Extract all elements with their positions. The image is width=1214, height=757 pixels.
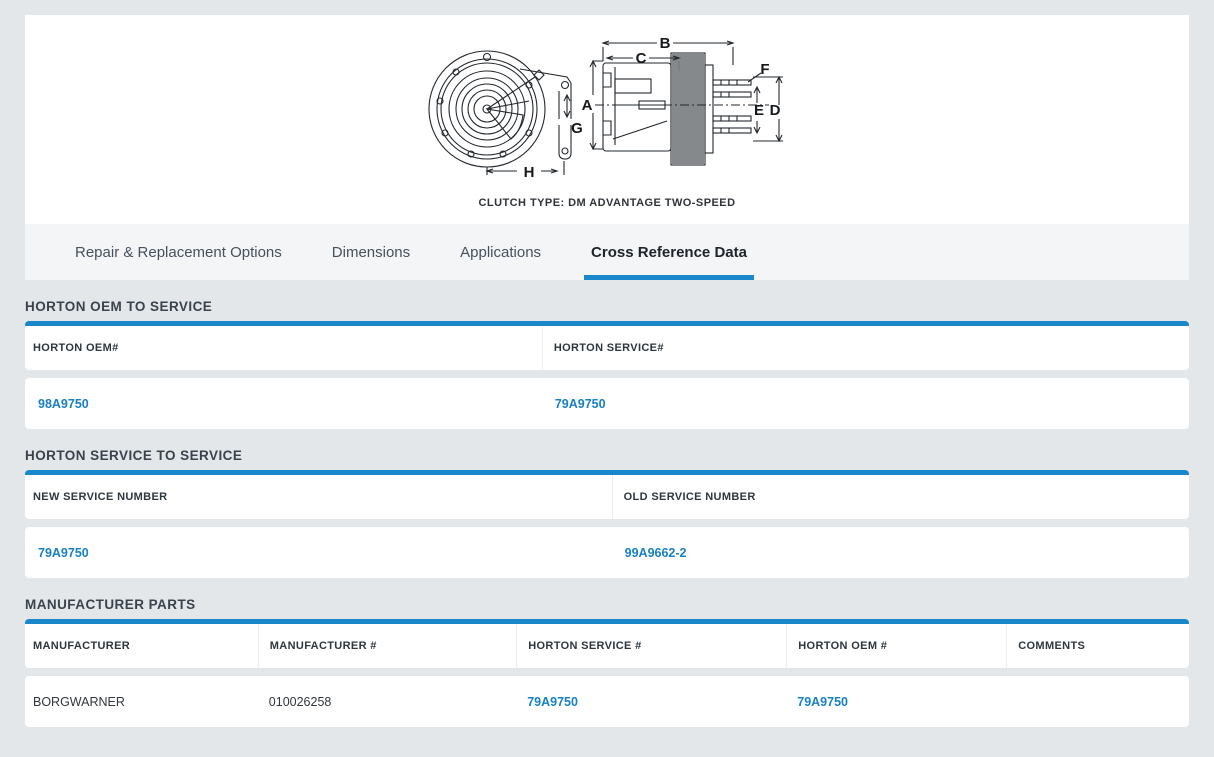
tab-applications[interactable]: Applications <box>453 224 548 280</box>
cell-manufacturer-number: 010026258 <box>258 676 516 727</box>
section-horton-service-to-service: HORTON SERVICE TO SERVICE NEW SERVICE NU… <box>25 448 1189 578</box>
diagram-container: A B C D E F G H <box>25 15 1189 189</box>
dimension-label-f: F <box>760 61 769 78</box>
section-title: HORTON OEM TO SERVICE <box>25 299 1189 314</box>
part-number-link[interactable]: 79A9750 <box>555 397 606 411</box>
cell-horton-oem: 98A9750 <box>25 378 542 429</box>
table-header-row: HORTON OEM# HORTON SERVICE# <box>25 326 1189 370</box>
column-header-horton-oem-number: HORTON OEM # <box>786 624 1006 668</box>
part-number-link[interactable]: 98A9750 <box>38 397 89 411</box>
cell-horton-service: 79A9750 <box>542 378 1189 429</box>
part-number-link[interactable]: 99A9662-2 <box>625 546 687 560</box>
tab-dimensions[interactable]: Dimensions <box>325 224 417 280</box>
part-number-link[interactable]: 79A9750 <box>38 546 89 560</box>
column-header-manufacturer-number: MANUFACTURER # <box>258 624 516 668</box>
section-title: HORTON SERVICE TO SERVICE <box>25 448 1189 463</box>
cell-horton-service-number: 79A9750 <box>516 676 786 727</box>
clutch-type-caption: CLUTCH TYPE: DM ADVANTAGE TWO-SPEED <box>25 189 1189 224</box>
section-manufacturer-parts: MANUFACTURER PARTS MANUFACTURER MANUFACT… <box>25 597 1189 727</box>
cell-old-service-number: 99A9662-2 <box>612 527 1189 578</box>
cell-manufacturer: BORGWARNER <box>25 676 258 727</box>
column-header-horton-service-number: HORTON SERVICE # <box>516 624 786 668</box>
column-header-new-service-number: NEW SERVICE NUMBER <box>25 475 612 519</box>
dimension-label-a: A <box>582 97 593 114</box>
cell-horton-oem-number: 79A9750 <box>786 676 1006 727</box>
table-row: 79A9750 99A9662-2 <box>25 527 1189 578</box>
product-media-card: A B C D E F G H CLUTCH TYPE: DM ADVANTAG… <box>25 15 1189 280</box>
dimension-label-h: H <box>524 164 535 181</box>
table-header-row: MANUFACTURER MANUFACTURER # HORTON SERVI… <box>25 624 1189 668</box>
table-row: 98A9750 79A9750 <box>25 378 1189 429</box>
column-header-old-service-number: OLD SERVICE NUMBER <box>612 475 1189 519</box>
tab-repair-replacement-options[interactable]: Repair & Replacement Options <box>68 224 289 280</box>
part-number-link[interactable]: 79A9750 <box>797 695 848 709</box>
part-number-link[interactable]: 79A9750 <box>527 695 578 709</box>
dimension-label-d: D <box>770 102 781 119</box>
table-header-row: NEW SERVICE NUMBER OLD SERVICE NUMBER <box>25 475 1189 519</box>
tab-cross-reference-data[interactable]: Cross Reference Data <box>584 224 754 280</box>
product-detail-page: A B C D E F G H CLUTCH TYPE: DM ADVANTAG… <box>0 0 1214 727</box>
section-horton-oem-to-service: HORTON OEM TO SERVICE HORTON OEM# HORTON… <box>25 299 1189 429</box>
column-header-comments: COMMENTS <box>1006 624 1189 668</box>
tabs-bar: Repair & Replacement Options Dimensions … <box>25 224 1189 280</box>
dimension-label-c: C <box>636 50 647 67</box>
cell-comments <box>1006 676 1189 727</box>
table-row: BORGWARNER 010026258 79A9750 79A9750 <box>25 676 1189 727</box>
dimension-label-b: B <box>660 35 671 52</box>
clutch-diagram: A B C D E F G H <box>417 21 797 189</box>
cell-new-service-number: 79A9750 <box>25 527 612 578</box>
dimension-label-g: G <box>571 120 583 137</box>
column-header-manufacturer: MANUFACTURER <box>25 624 258 668</box>
column-header-horton-oem: HORTON OEM# <box>25 326 542 370</box>
section-title: MANUFACTURER PARTS <box>25 597 1189 612</box>
dimension-label-e: E <box>754 102 764 119</box>
column-header-horton-service: HORTON SERVICE# <box>542 326 1189 370</box>
